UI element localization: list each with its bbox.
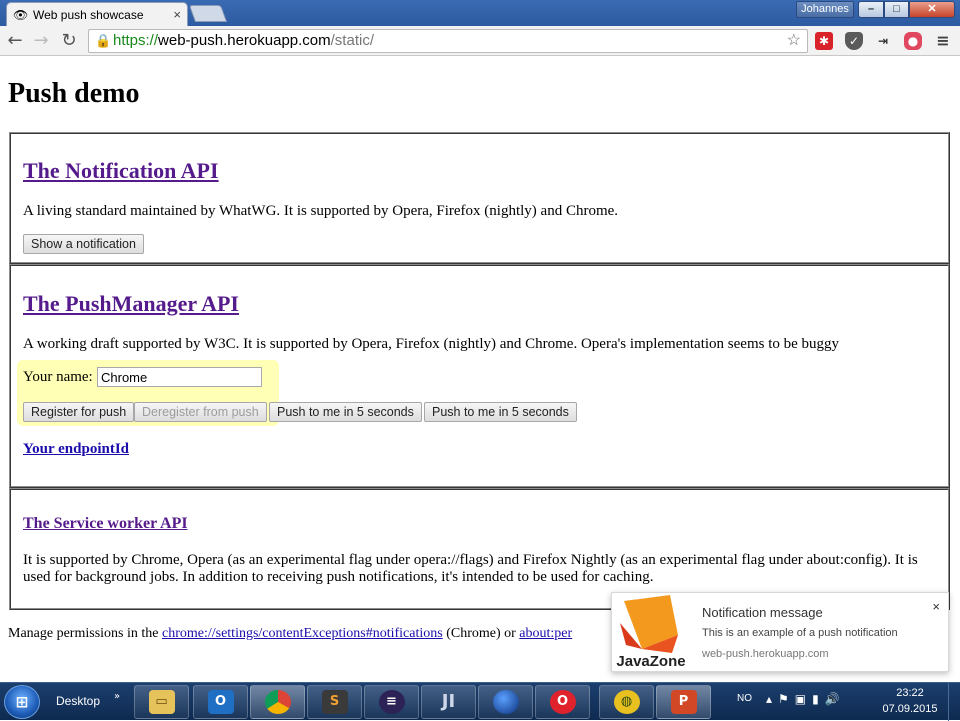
- pushmanager-api-description: A working draft supported by W3C. It is …: [23, 336, 840, 352]
- window-titlebar: 👁 Web push showcase × Johannes – □ ✕: [0, 0, 960, 26]
- deregister-push-button[interactable]: Deregister from push: [134, 402, 267, 422]
- maximize-button[interactable]: □: [884, 1, 909, 18]
- register-push-button[interactable]: Register for push: [23, 402, 135, 422]
- back-arrow-icon[interactable]: ←: [4, 30, 26, 52]
- javazone-logo-text: JavaZone: [616, 653, 686, 670]
- taskbar: ⊞ Desktop » ▭ O S ≡ JI O ◍ P NO ▴⚑▣▮🔊 23…: [0, 682, 960, 721]
- url-path: /static/: [330, 32, 374, 49]
- browser-tab[interactable]: 👁 Web push showcase ×: [6, 2, 188, 26]
- desktop-toolbar-label[interactable]: Desktop: [56, 694, 100, 708]
- sublime-icon: S: [321, 690, 348, 714]
- taskbar-explorer[interactable]: ▭: [134, 685, 189, 719]
- new-tab-button[interactable]: [188, 5, 228, 22]
- notification-api-heading[interactable]: The Notification API: [23, 158, 219, 184]
- yellow-app-icon: ◍: [613, 690, 640, 714]
- taskbar-chrome[interactable]: [250, 685, 305, 719]
- extension-plug-icon[interactable]: ⇥: [874, 32, 892, 50]
- footer-prefix: Manage permissions in the: [8, 626, 162, 641]
- menu-icon[interactable]: ≡: [934, 32, 952, 50]
- lock-icon: 🔒: [95, 33, 112, 48]
- notification-close-icon[interactable]: ×: [932, 599, 940, 614]
- system-tray-icons[interactable]: ▴⚑▣▮🔊: [766, 692, 846, 706]
- notification-title: Notification message: [702, 605, 823, 620]
- notification-api-section: The Notification API A living standard m…: [9, 132, 950, 264]
- pushmanager-api-heading[interactable]: The PushManager API: [23, 291, 239, 317]
- permissions-footer: Manage permissions in the chrome://setti…: [8, 626, 572, 642]
- start-button-icon[interactable]: ⊞: [4, 685, 40, 719]
- taskbar-eclipse[interactable]: ≡: [364, 685, 419, 719]
- powerpoint-icon: P: [670, 690, 697, 714]
- show-desktop-button[interactable]: [948, 683, 960, 721]
- taskbar-powerpoint[interactable]: P: [656, 685, 711, 719]
- opera-icon: O: [549, 690, 576, 714]
- eye-icon: 👁: [13, 7, 29, 22]
- taskbar-sublime[interactable]: S: [307, 685, 362, 719]
- notification-source: web-push.herokuapp.com: [702, 648, 829, 660]
- folder-icon: ▭: [148, 690, 175, 714]
- extension-red-icon[interactable]: ✱: [815, 32, 833, 50]
- minimize-button[interactable]: –: [858, 1, 884, 18]
- extension-pink-icon[interactable]: ●: [904, 32, 922, 50]
- outlook-icon: O: [207, 690, 234, 714]
- about-permissions-link[interactable]: about:per: [519, 626, 572, 641]
- close-window-button[interactable]: ✕: [909, 1, 955, 18]
- profile-button[interactable]: Johannes: [796, 1, 854, 18]
- language-indicator[interactable]: NO: [737, 693, 752, 704]
- endpoint-id-link[interactable]: Your endpointId: [23, 441, 129, 458]
- page-title: Push demo: [8, 78, 140, 109]
- intellij-icon: JI: [441, 691, 456, 712]
- forward-arrow-icon[interactable]: →: [30, 30, 52, 52]
- tab-title: Web push showcase: [33, 7, 144, 22]
- clock-time[interactable]: 23:22: [880, 687, 940, 699]
- browser-toolbar: ← → ↻ 🔒 https://web-push.herokuapp.com/s…: [0, 26, 960, 56]
- name-input[interactable]: [97, 367, 262, 387]
- reload-icon[interactable]: ↻: [58, 30, 80, 52]
- bookmark-star-icon[interactable]: ☆: [787, 30, 801, 52]
- clock-date[interactable]: 07.09.2015: [880, 703, 940, 715]
- taskbar-outlook[interactable]: O: [193, 685, 248, 719]
- notification-api-description: A living standard maintained by WhatWG. …: [23, 203, 619, 219]
- chrome-icon: [264, 690, 291, 714]
- service-worker-api-description: It is supported by Chrome, Opera (as an …: [23, 552, 918, 585]
- show-notification-button[interactable]: Show a notification: [23, 234, 144, 254]
- taskbar-intellij[interactable]: JI: [421, 685, 476, 719]
- service-worker-api-heading[interactable]: The Service worker API: [23, 515, 188, 533]
- footer-middle: (Chrome) or: [442, 626, 520, 641]
- pocket-icon[interactable]: ✓: [845, 32, 863, 50]
- push-in-5-seconds-button-2[interactable]: Push to me in 5 seconds: [424, 402, 577, 422]
- url-scheme: https://: [113, 32, 159, 49]
- url-host: web-push.herokuapp.com: [158, 32, 331, 49]
- chrome-settings-link[interactable]: chrome://settings/contentExceptions#noti…: [162, 626, 443, 641]
- push-in-5-seconds-button-1[interactable]: Push to me in 5 seconds: [269, 402, 422, 422]
- globe-icon: [492, 690, 519, 714]
- desktop-chevron-icon[interactable]: »: [114, 691, 120, 702]
- pushmanager-api-section: The PushManager API A working draft supp…: [9, 264, 950, 488]
- tab-close-icon[interactable]: ×: [173, 7, 181, 22]
- notification-popup[interactable]: JavaZone Notification message This is an…: [611, 592, 949, 672]
- address-bar[interactable]: 🔒 https://web-push.herokuapp.com/static/…: [88, 29, 808, 53]
- taskbar-opera[interactable]: O: [535, 685, 590, 719]
- name-label: Your name:: [23, 369, 93, 385]
- taskbar-globe-app[interactable]: [478, 685, 533, 719]
- notification-body: This is an example of a push notificatio…: [702, 627, 898, 639]
- taskbar-app-yellow[interactable]: ◍: [599, 685, 654, 719]
- eclipse-icon: ≡: [378, 690, 405, 714]
